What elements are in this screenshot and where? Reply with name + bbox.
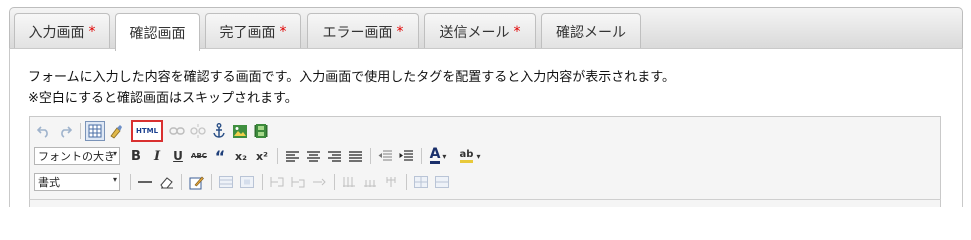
subscript-label: x₂ xyxy=(235,149,247,163)
insert-row-before-icon[interactable] xyxy=(267,172,287,192)
editor-divider xyxy=(29,199,941,200)
underline-label: U xyxy=(173,149,183,163)
toolbar-separator xyxy=(181,174,182,190)
rich-text-editor: HTML フォントの大き ▾ B I U ABC “ x₂ x² A ▾ ab … xyxy=(29,116,941,207)
insert-row-after-icon[interactable] xyxy=(288,172,308,192)
toolbar-separator xyxy=(80,123,81,139)
tab-label: エラー画面 xyxy=(322,25,393,41)
quote-label: “ xyxy=(214,146,226,166)
italic-button[interactable]: I xyxy=(147,146,167,166)
align-left-icon[interactable] xyxy=(282,146,302,166)
subscript-button[interactable]: x₂ xyxy=(231,146,251,166)
description-line-1: フォームに入力した内容を確認する画面です。入力画面で使用したタグを配置すると入力… xyxy=(28,70,676,85)
table-cell-props-icon[interactable] xyxy=(237,172,257,192)
toolbar-row-2: フォントの大き ▾ B I U ABC “ x₂ x² A ▾ ab ▾ xyxy=(34,145,486,167)
font-color-label: A xyxy=(429,146,441,164)
align-right-icon[interactable] xyxy=(324,146,344,166)
unlink-icon[interactable] xyxy=(188,121,208,141)
merge-cells-icon[interactable] xyxy=(432,172,452,192)
underline-button[interactable]: U xyxy=(168,146,188,166)
tab-send-mail[interactable]: 送信メール * xyxy=(424,13,536,50)
highlight-color-button[interactable]: ab ▾ xyxy=(455,146,485,166)
table-row-props-icon[interactable] xyxy=(216,172,236,192)
chevron-down-icon: ▾ xyxy=(112,149,117,158)
toolbar-separator xyxy=(370,148,371,164)
html-source-button[interactable]: HTML xyxy=(131,120,163,142)
strikethrough-button[interactable]: ABC xyxy=(189,146,209,166)
image-icon[interactable] xyxy=(230,121,250,141)
bold-label: B xyxy=(131,148,141,164)
format-select-value: 書式 xyxy=(38,176,60,189)
outdent-icon[interactable] xyxy=(375,146,395,166)
font-color-button[interactable]: A ▾ xyxy=(426,146,450,166)
tab-complete-screen[interactable]: 完了画面 * xyxy=(205,13,301,50)
format-select[interactable]: 書式 ▾ xyxy=(34,173,120,191)
anchor-icon[interactable] xyxy=(209,121,229,141)
delete-col-icon[interactable] xyxy=(381,172,401,192)
required-star: * xyxy=(396,24,404,40)
html-label: HTML xyxy=(135,127,159,135)
chevron-down-icon: ▾ xyxy=(442,151,447,161)
tab-label: 入力画面 xyxy=(28,25,85,41)
delete-row-icon[interactable] xyxy=(309,172,329,192)
superscript-button[interactable]: x² xyxy=(252,146,272,166)
tab-confirm-screen[interactable]: 確認画面 xyxy=(115,13,200,51)
strikethrough-label: ABC xyxy=(191,152,207,160)
tab-input-screen[interactable]: 入力画面 * xyxy=(14,13,110,50)
split-cells-icon[interactable] xyxy=(411,172,431,192)
edit-icon[interactable] xyxy=(186,172,206,192)
blockquote-button[interactable]: “ xyxy=(210,146,230,166)
toolbar-row-3: 書式 ▾ xyxy=(34,171,453,193)
toolbar-separator xyxy=(421,148,422,164)
tab-confirm-mail[interactable]: 確認メール xyxy=(541,13,641,50)
superscript-label: x² xyxy=(256,149,268,163)
highlight-label: ab xyxy=(459,149,474,163)
toolbar-separator xyxy=(334,174,335,190)
toolbar-separator xyxy=(406,174,407,190)
chevron-down-icon: ▾ xyxy=(476,151,481,161)
insert-col-after-icon[interactable] xyxy=(360,172,380,192)
required-star: * xyxy=(279,24,287,40)
link-icon[interactable] xyxy=(167,121,187,141)
description-line-2: ※空白にすると確認画面はスキップされます。 xyxy=(28,91,298,106)
tab-label: 完了画面 xyxy=(219,25,276,41)
horizontal-rule-icon[interactable] xyxy=(135,172,155,192)
toolbar-separator xyxy=(211,174,212,190)
chevron-down-icon: ▾ xyxy=(112,175,117,184)
required-star: * xyxy=(513,24,521,40)
toolbar-separator xyxy=(277,148,278,164)
font-size-select-value: フォントの大き xyxy=(38,150,115,163)
required-star: * xyxy=(88,24,96,40)
indent-icon[interactable] xyxy=(396,146,416,166)
insert-col-before-icon[interactable] xyxy=(339,172,359,192)
tab-label: 確認画面 xyxy=(129,25,186,42)
font-size-select[interactable]: フォントの大き ▾ xyxy=(34,147,120,165)
eraser-icon[interactable] xyxy=(156,172,176,192)
clean-format-icon[interactable] xyxy=(106,121,126,141)
table-icon[interactable] xyxy=(85,121,105,141)
media-icon[interactable] xyxy=(251,121,271,141)
italic-label: I xyxy=(153,148,161,164)
toolbar-separator xyxy=(262,174,263,190)
redo-icon[interactable] xyxy=(55,121,75,141)
undo-icon[interactable] xyxy=(34,121,54,141)
tab-label: 確認メール xyxy=(556,25,626,41)
toolbar-separator xyxy=(130,174,131,190)
tab-error-screen[interactable]: エラー画面 * xyxy=(307,13,419,50)
toolbar-row-1: HTML xyxy=(34,120,272,142)
tab-bar: 入力画面 * 確認画面 完了画面 * エラー画面 * 送信メール * 確認メール xyxy=(9,7,963,51)
bold-button[interactable]: B xyxy=(126,146,146,166)
tab-label: 送信メール xyxy=(439,25,510,41)
align-center-icon[interactable] xyxy=(303,146,323,166)
align-justify-icon[interactable] xyxy=(345,146,365,166)
